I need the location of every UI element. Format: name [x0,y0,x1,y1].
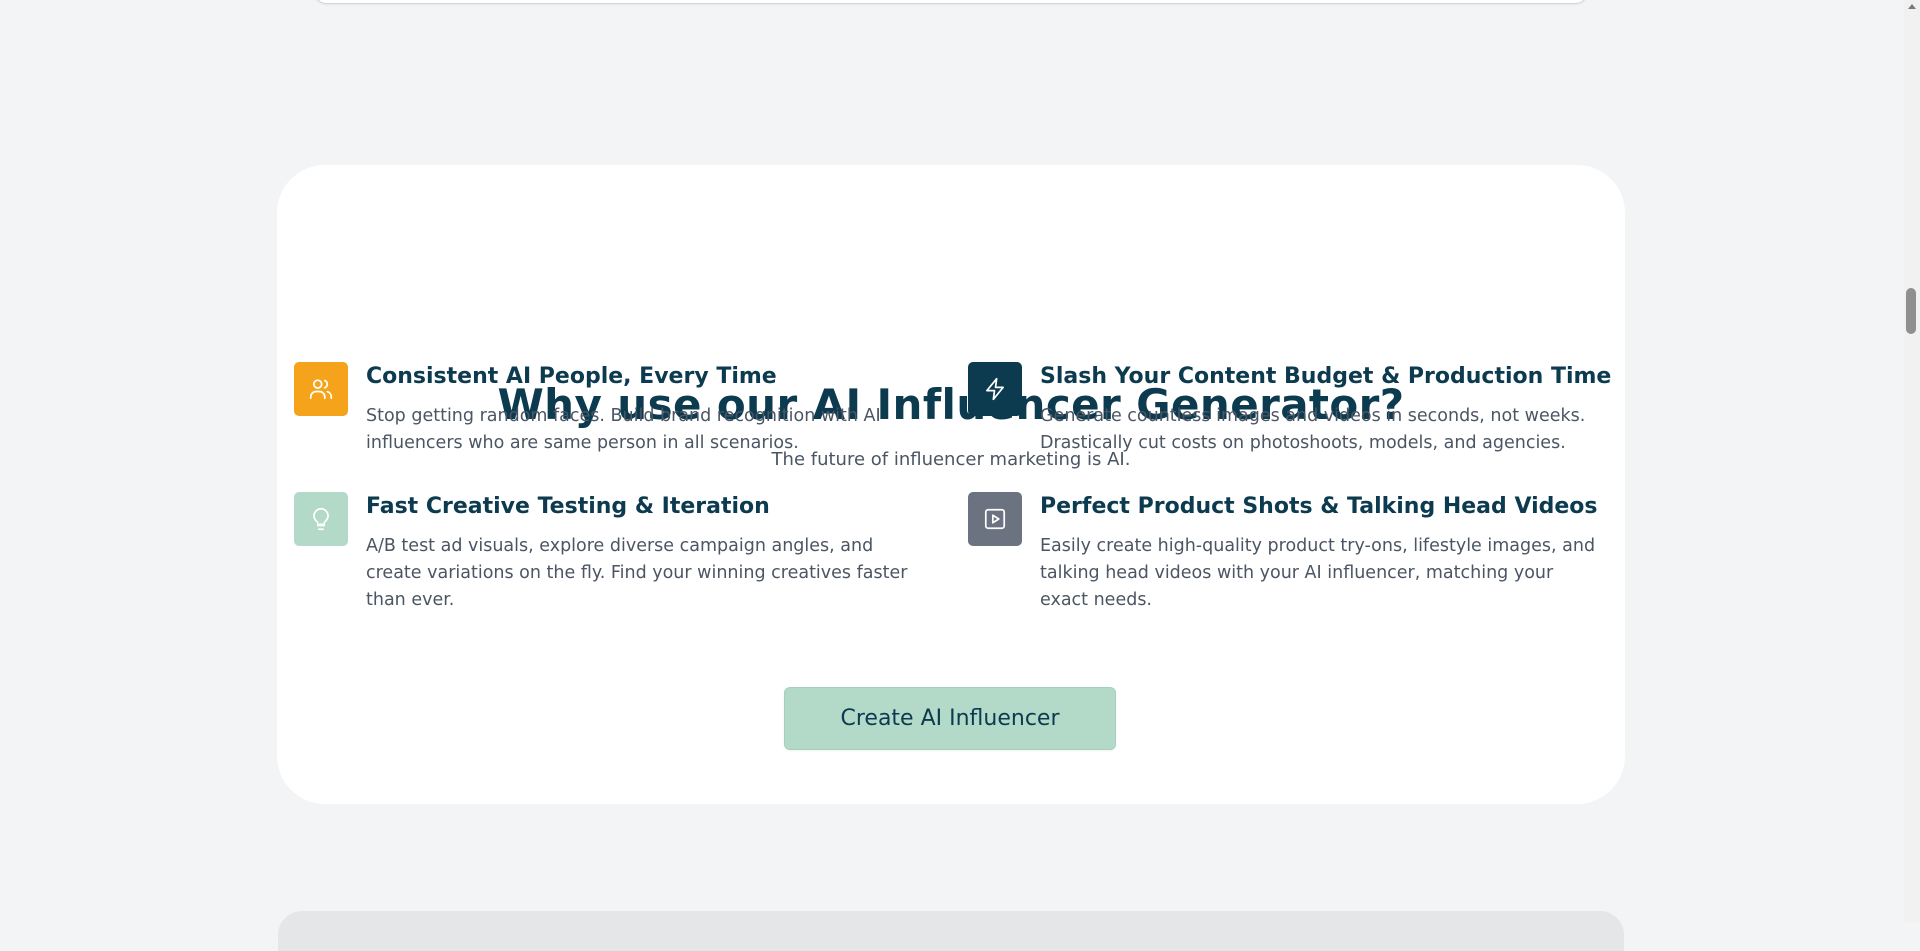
play-square-icon [968,492,1022,546]
why-use-section: Why use our AI Influencer Generator? The… [277,165,1625,804]
feature-product-shots: Perfect Product Shots & Talking Head Vid… [968,492,1598,622]
feature-consistent-people: Consistent AI People, Every Time Stop ge… [294,362,881,492]
feature-description: Easily create high-quality product try-o… [1040,536,1596,610]
scrollbar-thumb[interactable] [1906,288,1916,334]
feature-title: Perfect Product Shots & Talking Head Vid… [1040,494,1598,519]
feature-creative-testing: Fast Creative Testing & Iteration A/B te… [294,492,907,622]
page-scrollbar[interactable] [1904,0,1920,922]
users-icon [294,362,348,416]
next-section-card [278,911,1624,951]
create-ai-influencer-button[interactable]: Create AI Influencer [784,687,1116,750]
scroll-up-arrow-icon[interactable] [1908,4,1916,9]
feature-title: Slash Your Content Budget & Production T… [1040,364,1612,389]
lightning-icon [968,362,1022,416]
feature-description: A/B test ad visuals, explore diverse cam… [366,536,908,610]
lightbulb-icon [294,492,348,546]
previous-section-card [313,0,1589,4]
feature-description: Stop getting random faces. Build brand r… [366,406,881,453]
feature-description: Generate countless images and videos in … [1040,406,1586,453]
feature-budget-time: Slash Your Content Budget & Production T… [968,362,1611,492]
feature-title: Fast Creative Testing & Iteration [366,494,770,519]
feature-title: Consistent AI People, Every Time [366,364,777,389]
